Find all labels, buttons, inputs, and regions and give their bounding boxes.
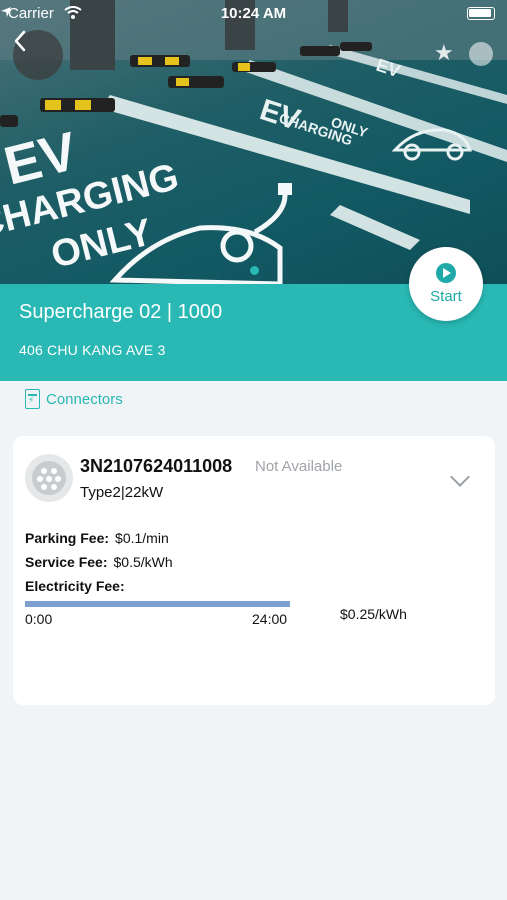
station-photo: EV CHARGING ONLY EV CHARGING ONLY EV Car…	[0, 0, 507, 284]
connector-card[interactable]: 3N2107624011008 Not Available Type2|22kW…	[13, 436, 495, 705]
parking-fee-row: Parking Fee: $0.1/min	[25, 530, 169, 546]
service-fee-value: $0.5/kWh	[113, 554, 173, 570]
electricity-fee-label: Electricity Fee:	[25, 578, 125, 594]
tariff-end-time: 24:00	[252, 611, 288, 627]
connectors-section-header: Connectors	[25, 389, 123, 409]
status-time: 10:24 AM	[220, 5, 287, 22]
charger-icon	[25, 389, 40, 409]
chevron-down-icon[interactable]	[450, 467, 470, 487]
connector-type: Type2|22kW	[80, 484, 164, 501]
type2-plug-icon	[25, 454, 73, 502]
parking-fee-label: Parking Fee:	[25, 530, 110, 546]
station-address: 406 CHU KANG AVE 3	[19, 342, 166, 358]
parking-fee-value: $0.1/min	[115, 530, 169, 546]
electricity-fee-row: Electricity Fee:	[25, 578, 131, 594]
tariff-rate: $0.25/kWh	[340, 606, 407, 622]
location-arrow-icon	[1, 7, 11, 17]
parking-floor-graphic: EV CHARGING ONLY EV CHARGING ONLY EV	[0, 0, 507, 284]
connector-status: Not Available	[255, 458, 343, 475]
station-title: Supercharge 02 | 1000	[19, 301, 223, 323]
status-bar: Carrier 10:24 AM	[0, 0, 507, 26]
service-fee-row: Service Fee: $0.5/kWh	[25, 554, 173, 570]
carousel-indicator[interactable]	[250, 266, 259, 275]
start-button-label: Start	[430, 288, 462, 305]
more-icon[interactable]	[469, 42, 493, 66]
start-charging-button[interactable]: Start	[409, 247, 483, 321]
star-icon[interactable]: ★	[434, 42, 454, 64]
play-icon	[436, 263, 456, 283]
connector-id: 3N2107624011008	[80, 456, 233, 476]
tariff-time-bar	[25, 601, 290, 607]
back-button[interactable]	[13, 30, 63, 80]
connectors-label: Connectors	[46, 390, 123, 408]
chevron-left-icon	[14, 30, 26, 52]
battery-icon	[467, 7, 495, 20]
service-fee-label: Service Fee:	[25, 554, 108, 570]
tariff-start-time: 0:00	[25, 611, 53, 627]
